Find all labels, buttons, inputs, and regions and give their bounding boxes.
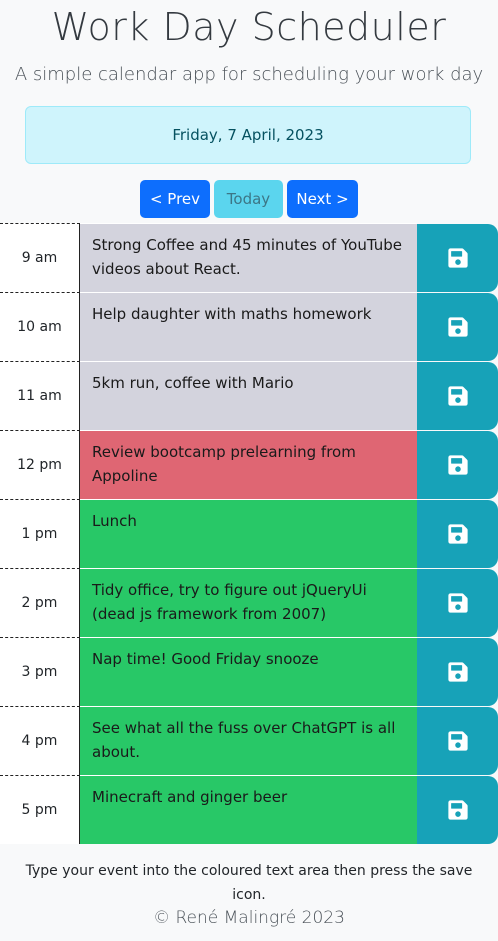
next-day-button[interactable]: Next > — [287, 180, 358, 218]
event-textarea[interactable]: 5km run, coffee with Mario — [80, 361, 417, 430]
page-title: Work Day Scheduler — [51, 5, 447, 49]
event-textarea[interactable]: Minecraft and ginger beer — [80, 775, 417, 844]
page-header: Work Day Scheduler A simple calendar app… — [0, 0, 498, 87]
instructions-text: Type your event into the coloured text a… — [25, 863, 473, 903]
event-textarea[interactable]: Tidy office, try to figure out jQueryUi … — [80, 568, 417, 637]
hour-label: 5 pm — [0, 775, 80, 844]
hour-label: 2 pm — [0, 568, 80, 637]
hour-label: 11 am — [0, 361, 80, 430]
save-button[interactable] — [417, 638, 498, 706]
floppy-disk-icon — [447, 523, 469, 545]
floppy-disk-icon — [447, 385, 469, 407]
hour-label: 12 pm — [0, 430, 80, 499]
time-block: 1 pm Lunch — [0, 499, 498, 568]
hour-label: 9 am — [0, 223, 80, 292]
floppy-disk-icon — [447, 730, 469, 752]
hour-label: 10 am — [0, 292, 80, 361]
floppy-disk-icon — [447, 316, 469, 338]
event-textarea[interactable]: Lunch — [80, 499, 417, 568]
time-block: 10 am Help daughter with maths homework — [0, 292, 498, 361]
page-subtitle: A simple calendar app for scheduling you… — [14, 64, 484, 85]
hour-label: 3 pm — [0, 637, 80, 706]
save-button[interactable] — [417, 776, 498, 844]
time-block: 4 pm See what all the fuss over ChatGPT … — [0, 706, 498, 775]
hour-label: 4 pm — [0, 706, 80, 775]
page-footer: Type your event into the coloured text a… — [0, 859, 498, 928]
time-block: 3 pm Nap time! Good Friday snooze — [0, 637, 498, 706]
save-button[interactable] — [417, 707, 498, 775]
event-textarea[interactable]: See what all the fuss over ChatGPT is al… — [80, 706, 417, 775]
current-date-banner: Friday, 7 April, 2023 — [25, 106, 471, 164]
save-button[interactable] — [417, 500, 498, 568]
floppy-disk-icon — [447, 454, 469, 476]
event-textarea[interactable]: Help daughter with maths homework — [80, 292, 417, 361]
event-textarea[interactable]: Strong Coffee and 45 minutes of YouTube … — [80, 223, 417, 292]
time-block: 11 am 5km run, coffee with Mario — [0, 361, 498, 430]
floppy-disk-icon — [447, 592, 469, 614]
floppy-disk-icon — [447, 247, 469, 269]
day-navigation: < Prev Today Next > — [0, 180, 498, 218]
hour-label: 1 pm — [0, 499, 80, 568]
copyright-text: © René Malingré 2023 — [153, 908, 345, 928]
floppy-disk-icon — [447, 799, 469, 821]
time-block: 5 pm Minecraft and ginger beer — [0, 775, 498, 844]
current-date: Friday, 7 April, 2023 — [172, 126, 324, 144]
save-button[interactable] — [417, 569, 498, 637]
floppy-disk-icon — [447, 661, 469, 683]
save-button[interactable] — [417, 362, 498, 430]
prev-day-button[interactable]: < Prev — [140, 180, 210, 218]
today-button[interactable]: Today — [214, 180, 283, 218]
save-button[interactable] — [417, 431, 498, 499]
save-button[interactable] — [417, 224, 498, 292]
time-block: 2 pm Tidy office, try to figure out jQue… — [0, 568, 498, 637]
event-textarea[interactable]: Nap time! Good Friday snooze — [80, 637, 417, 706]
time-block: 12 pm Review bootcamp prelearning from A… — [0, 430, 498, 499]
time-block-list: 9 am Strong Coffee and 45 minutes of You… — [0, 223, 498, 844]
time-block: 9 am Strong Coffee and 45 minutes of You… — [0, 223, 498, 292]
event-textarea[interactable]: Review bootcamp prelearning from Appolin… — [80, 430, 417, 499]
save-button[interactable] — [417, 293, 498, 361]
